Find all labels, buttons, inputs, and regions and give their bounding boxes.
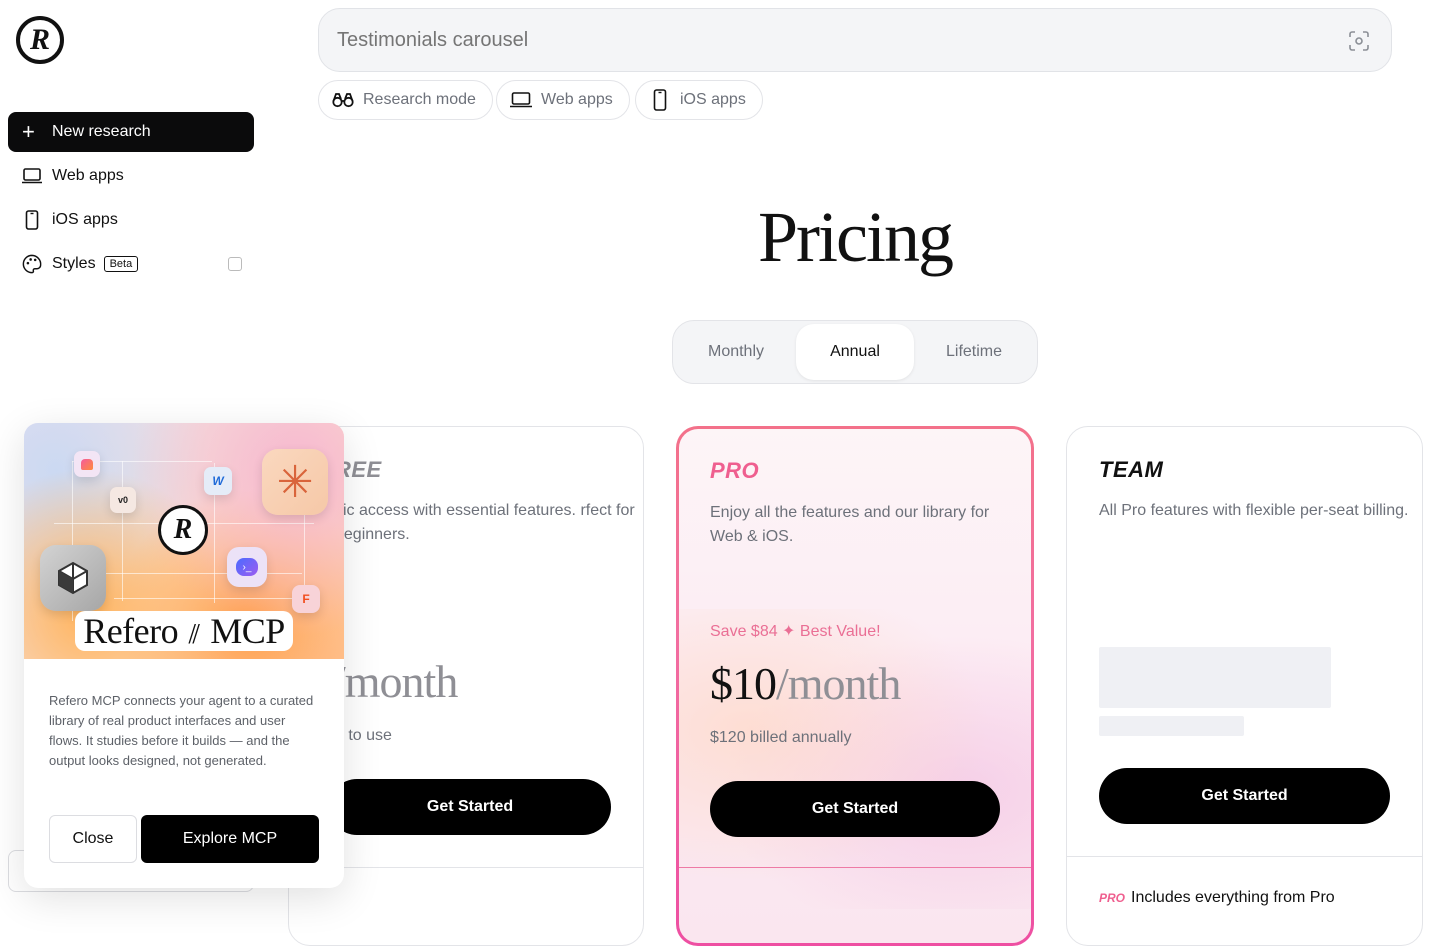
mcp-title-right: MCP [210,611,285,651]
plan-name: TEAM [1099,457,1164,482]
chip-web-apps[interactable]: Web apps [496,80,630,120]
plan-description: All Pro features with flexible per-seat … [1099,502,1409,519]
mcp-title-left: Refero [83,611,179,651]
billing-skeleton [1099,716,1244,736]
includes-text: Includes everything from Pro [1131,889,1335,906]
plan-card-team: TEAM All Pro features with flexible per-… [1066,426,1423,946]
claude-icon: ✳ [262,449,328,515]
chip-ios-apps[interactable]: iOS apps [635,80,763,120]
phone-icon [648,89,672,111]
mcp-description: Refero MCP connects your agent to a cura… [49,693,314,768]
palette-icon [22,254,42,274]
close-button[interactable]: Close [49,815,137,863]
price-period: /month [333,656,458,707]
plus-icon: + [22,119,35,144]
toggle-monthly[interactable]: Monthly [677,324,795,380]
beta-badge: Beta [103,256,139,272]
laptop-icon [509,92,533,108]
sidebar-item-label: Web apps [52,167,124,184]
windsurf-icon: W [204,467,232,495]
team-includes: PRO Includes everything from Pro [1099,889,1335,907]
chip-label: Research mode [363,91,476,108]
price-skeleton [1099,647,1331,708]
explore-mcp-button[interactable]: Explore MCP [141,815,319,863]
chip-label: iOS apps [680,91,746,108]
new-research-button[interactable]: + New research [8,112,254,152]
divider [679,867,1031,868]
divider [1067,856,1422,857]
sidebar-item-label: iOS apps [52,211,118,228]
get-started-button[interactable]: Get Started [1099,768,1390,824]
chip-research-mode[interactable]: Research mode [318,80,493,120]
sidebar-item-web-apps[interactable]: Web apps [8,156,254,196]
brand-logo[interactable]: R [16,16,64,64]
billing-toggle: Monthly Annual Lifetime [672,320,1038,384]
cursor-icon [40,545,106,611]
plan-name: PRO [710,458,760,483]
external-link-icon [228,257,242,271]
price-amount: $10 [710,658,777,709]
refero-logo: R [158,505,208,555]
search-input[interactable] [337,28,1237,52]
phone-icon [22,210,42,230]
new-research-label: New research [52,123,151,140]
plan-description: sic access with essential features. rfec… [335,502,635,543]
toggle-lifetime[interactable]: Lifetime [915,324,1033,380]
v0-icon: v0 [110,487,136,513]
plan-price: $10/month [710,657,901,710]
mcp-hero-image: v0 W ✳ ›_ F R Refero ⫽ MCP [24,423,344,659]
search-bar[interactable] [318,8,1392,72]
visual-search-icon[interactable] [1349,31,1369,51]
binoculars-icon [331,92,355,108]
sidebar-item-styles[interactable]: Styles Beta [8,244,254,284]
get-started-button[interactable]: Get Started [329,779,611,835]
toggle-annual[interactable]: Annual [796,324,914,380]
chip-label: Web apps [541,91,613,108]
plan-price: /month [333,655,458,708]
lovable-icon [74,451,100,477]
laptop-icon [22,166,42,186]
savings-label: Save $84 ✦ Best Value! [710,623,881,640]
get-started-button[interactable]: Get Started [710,781,1000,837]
sidebar-item-label: Styles [52,255,96,272]
link-icon: ⫽ [186,620,202,650]
plan-billing-note: $120 billed annually [710,729,852,746]
copilot-icon: ›_ [227,547,267,587]
pro-tag: PRO [1099,891,1126,905]
plan-card-pro: PRO Enjoy all the features and our libra… [676,426,1034,946]
page-title: Pricing [758,197,954,277]
sidebar-item-ios-apps[interactable]: iOS apps [8,200,254,240]
figma-icon: F [292,585,320,613]
mcp-title: Refero ⫽ MCP [24,610,344,652]
plan-description: Enjoy all the features and our library f… [710,504,990,545]
price-period: /month [776,658,901,709]
mcp-promo-popup: v0 W ✳ ›_ F R Refero ⫽ MCP Refero MCP co… [24,423,344,888]
